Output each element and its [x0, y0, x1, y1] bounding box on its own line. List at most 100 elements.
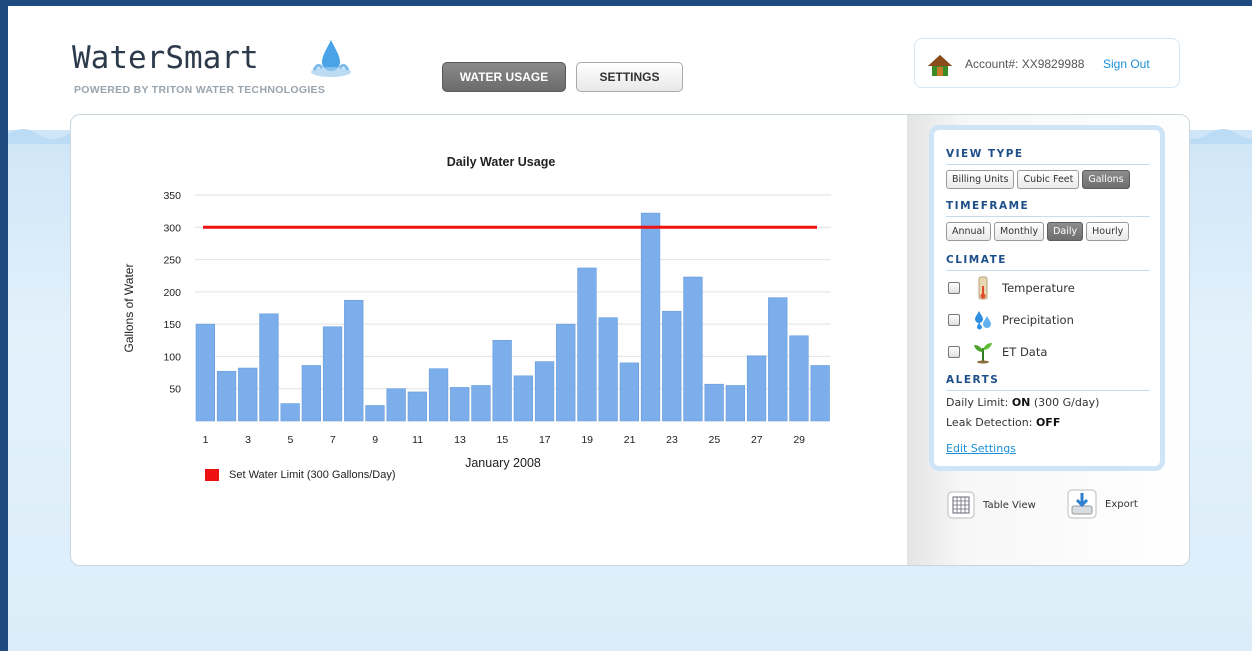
x-tick-label: 29	[793, 434, 805, 446]
timeframe-monthly[interactable]: Monthly	[994, 222, 1045, 241]
bar	[195, 323, 216, 422]
temperature-checkbox[interactable]	[948, 282, 960, 294]
divider	[946, 216, 1150, 217]
x-tick-label: 3	[245, 434, 251, 446]
y-axis-label: Gallons of Water	[122, 264, 136, 353]
alerts-title: ALERTS	[946, 374, 1000, 386]
y-tick-label: 150	[163, 319, 181, 331]
edit-settings-link[interactable]: Edit Settings	[946, 442, 1016, 455]
legend-label-limit: Set Water Limit (300 Gallons/Day)	[229, 469, 396, 481]
account-box: Account#: XX9829988 Sign Out	[914, 38, 1180, 88]
bar	[365, 405, 385, 422]
water-usage-tab[interactable]: WATER USAGE	[442, 62, 566, 92]
bar	[238, 367, 258, 422]
sign-out-link[interactable]: Sign Out	[1103, 57, 1150, 71]
daily-limit-alert: Daily Limit: ON (300 G/day)	[946, 396, 1099, 409]
leak-detection-alert: Leak Detection: OFF	[946, 416, 1060, 429]
table-view-button[interactable]: Table View	[947, 491, 1036, 519]
x-tick-label: 7	[330, 434, 336, 446]
bar	[280, 403, 300, 422]
y-tick-label: 300	[163, 222, 181, 234]
bar	[301, 365, 322, 422]
y-tick-label: 250	[163, 255, 181, 267]
x-tick-label: 5	[287, 434, 293, 446]
bar	[640, 212, 661, 422]
timeframe-annual[interactable]: Annual	[946, 222, 992, 241]
view-type-billing-units[interactable]: Billing Units	[946, 170, 1015, 189]
view-type-gallons[interactable]: Gallons	[1082, 170, 1130, 189]
x-tick-label: 25	[709, 434, 721, 446]
bar	[322, 326, 343, 422]
climate-item-et-data[interactable]: ET Data	[948, 340, 1047, 364]
daily-limit-label: Daily Limit:	[946, 396, 1009, 409]
bar	[492, 339, 512, 422]
x-tick-label: 15	[497, 434, 509, 446]
home-icon[interactable]	[927, 53, 953, 77]
daily-limit-state: ON	[1011, 396, 1031, 409]
bar	[513, 375, 534, 422]
bar	[471, 385, 491, 422]
bar	[577, 267, 597, 422]
chart-legend: Set Water Limit (300 Gallons/Day)	[205, 469, 395, 481]
bar	[768, 297, 788, 422]
x-axis-label: January 2008	[465, 456, 541, 470]
export-button[interactable]: Export	[1067, 489, 1138, 519]
timeframe-segment: Annual Monthly Daily Hourly	[946, 222, 1132, 241]
bar	[428, 368, 449, 422]
timeframe-hourly[interactable]: Hourly	[1086, 222, 1130, 241]
y-tick-label: 350	[163, 190, 181, 202]
et-data-checkbox[interactable]	[948, 346, 960, 358]
account-number: Account#: XX9829988	[965, 57, 1085, 71]
view-type-cubic-feet[interactable]: Cubic Feet	[1017, 170, 1080, 189]
x-tick-label: 19	[581, 434, 593, 446]
temperature-label: Temperature	[1002, 281, 1075, 295]
divider	[946, 164, 1150, 165]
main-panel: Daily Water Usage 50 100 150 200 250 300 350 1 3…	[70, 114, 1190, 566]
bar	[725, 385, 746, 422]
x-tick-label: 11	[412, 434, 423, 446]
y-tick-label: 200	[163, 287, 181, 299]
x-tick-label: 1	[203, 434, 209, 446]
plant-icon	[974, 343, 992, 364]
x-tick-label: 13	[454, 434, 466, 446]
daily-limit-detail: (300 G/day)	[1033, 396, 1100, 409]
x-tick-label: 27	[751, 434, 763, 446]
bar	[598, 317, 618, 422]
bar	[683, 276, 703, 422]
x-tick-label: 21	[624, 434, 636, 446]
climate-item-precipitation[interactable]: Precipitation	[948, 308, 1074, 332]
sidebar: VIEW TYPE Billing Units Cubic Feet Gallo…	[907, 115, 1189, 565]
table-grid-icon	[947, 491, 975, 519]
bar	[556, 323, 576, 422]
divider	[946, 390, 1150, 391]
bar	[662, 310, 682, 422]
export-label: Export	[1105, 498, 1138, 510]
bar	[704, 383, 724, 422]
header: WaterSmart POWERED BY TRITON WATER TECHN…	[8, 6, 1252, 130]
et-data-label: ET Data	[1002, 345, 1048, 359]
daily-usage-chart: 501001502002503003501 3 5 7 9 11 13 15 17 19 21 23 2…	[122, 190, 831, 470]
water-drops-icon	[975, 311, 991, 330]
precipitation-checkbox[interactable]	[948, 314, 960, 326]
logo-title: WaterSmart	[72, 40, 259, 76]
settings-tab[interactable]: SETTINGS	[576, 62, 683, 92]
bar	[407, 391, 428, 422]
view-type-title: VIEW TYPE	[946, 148, 1024, 160]
app-frame: WaterSmart POWERED BY TRITON WATER TECHN…	[8, 6, 1252, 651]
bar	[450, 387, 470, 422]
bar	[216, 370, 237, 422]
thermometer-icon	[978, 276, 988, 300]
x-tick-label: 17	[539, 434, 551, 446]
timeframe-daily[interactable]: Daily	[1047, 222, 1084, 241]
bar	[810, 365, 830, 422]
climate-item-temperature[interactable]: Temperature	[948, 276, 1075, 300]
x-tick-label: 9	[372, 434, 378, 446]
timeframe-title: TIMEFRAME	[946, 200, 1030, 212]
view-type-segment: Billing Units Cubic Feet Gallons	[946, 170, 1133, 189]
divider	[946, 270, 1150, 271]
logo-subtitle: POWERED BY TRITON WATER TECHNOLOGIES	[74, 84, 326, 96]
legend-swatch-limit	[205, 469, 219, 481]
bar	[789, 335, 809, 422]
bar	[386, 388, 406, 422]
bar	[259, 313, 279, 422]
